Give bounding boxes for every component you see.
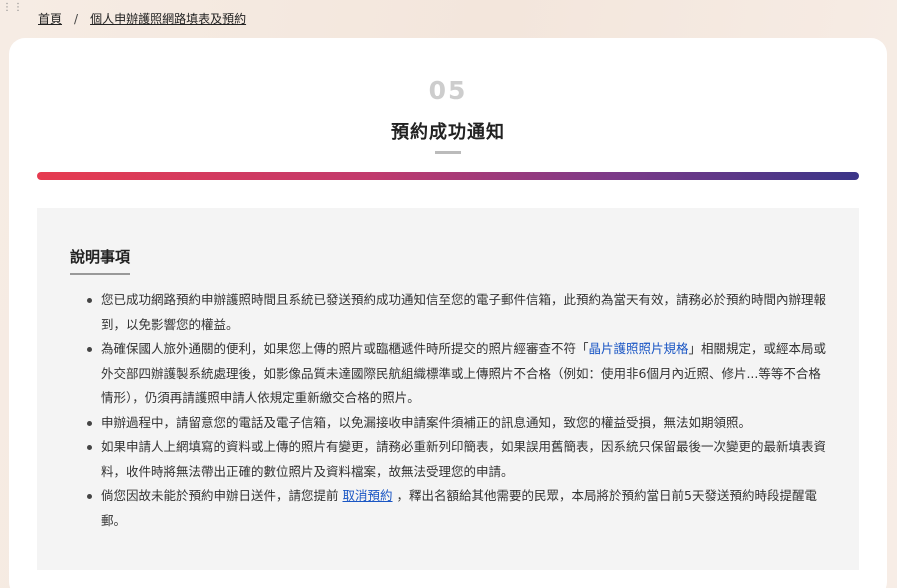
breadcrumb-separator: /	[74, 11, 79, 26]
notice-item: 您已成功網路預約申辦護照時間且系統已發送預約成功通知信至您的電子郵件信箱，此預約…	[87, 288, 827, 337]
step-number: 05	[428, 76, 468, 105]
notice-list: 您已成功網路預約申辦護照時間且系統已發送預約成功通知信至您的電子郵件信箱，此預約…	[87, 288, 827, 533]
breadcrumb: 首頁 / 個人申辦護照網路填表及預約	[38, 10, 246, 27]
main-card: 05 預約成功通知 說明事項 您已成功網路預約申辦護照時間且系統已發送預約成功通…	[9, 38, 887, 588]
title-underline	[435, 151, 461, 154]
notice-item: 如果申請人上網填寫的資料或上傳的照片有變更，請務必重新列印簡表，如果誤用舊簡表，…	[87, 435, 827, 484]
breadcrumb-home-link[interactable]: 首頁	[38, 10, 62, 27]
page-title: 預約成功通知	[391, 122, 505, 143]
notice-box: 說明事項 您已成功網路預約申辦護照時間且系統已發送預約成功通知信至您的電子郵件信…	[37, 208, 859, 570]
notice-heading: 說明事項	[70, 246, 131, 275]
notice-item: 為確保國人旅外通關的便利，如果您上傳的照片或臨櫃遞件時所提交的照片經審查不符「晶…	[87, 337, 827, 411]
notice-item: 申辦過程中，請留意您的電話及電子信箱，以免漏接收申請案件須補正的訊息通知，致您的…	[87, 411, 827, 436]
cancel-reservation-link[interactable]: 取消預約	[343, 488, 393, 503]
progress-gradient-bar	[37, 172, 859, 180]
passport-photo-spec-link[interactable]: 晶片護照照片規格	[589, 341, 689, 356]
breadcrumb-current-link[interactable]: 個人申辦護照網路填表及預約	[90, 10, 246, 27]
drag-handle-icon: ⋮⋮	[2, 2, 24, 13]
notice-item: 倘您因故未能於預約申辦日送件，請您提前 取消預約 ，釋出名額給其他需要的民眾，本…	[87, 484, 827, 533]
